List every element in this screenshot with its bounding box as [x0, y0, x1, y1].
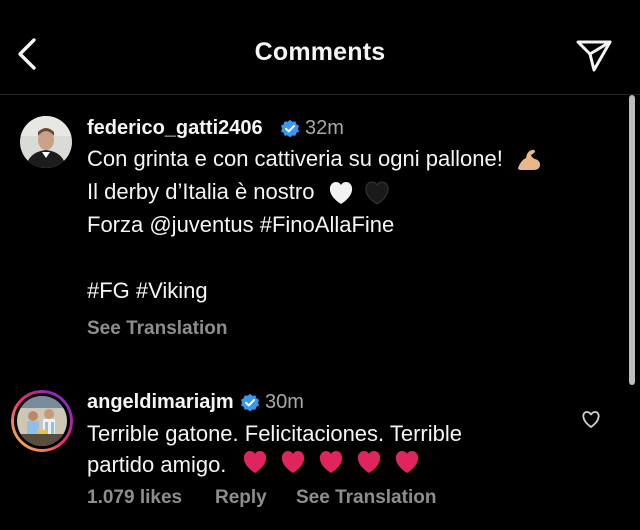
caption-line-2: Il derby d’Italia è nostro	[87, 179, 391, 206]
comment-time: 30m	[265, 391, 304, 413]
caption-time: 32m	[305, 117, 344, 139]
reply-button[interactable]: Reply	[215, 487, 267, 509]
comment-username[interactable]: angeldimariajm	[87, 391, 234, 414]
red-heart-icon	[319, 451, 342, 473]
avatar-story-ring[interactable]	[11, 390, 73, 452]
caption-line-3: Forza @juventus #FinoAllaFine	[87, 212, 395, 237]
red-heart-icon	[243, 451, 266, 473]
caption-username[interactable]: federico_gatti2406	[87, 117, 263, 140]
see-translation-link[interactable]: See Translation	[296, 487, 436, 509]
avatar[interactable]	[20, 116, 72, 168]
red-heart-icon	[395, 451, 419, 473]
red-hearts	[233, 451, 422, 477]
avatar-photo	[20, 116, 72, 168]
header-divider	[0, 94, 640, 95]
caption-line-1: Con grinta e con cattiveria su ogni pall…	[87, 146, 543, 174]
header: Comments	[0, 0, 640, 95]
scrollbar[interactable]	[629, 95, 635, 385]
caption-line-1-text: Con grinta e con cattiveria su ogni pall…	[87, 146, 503, 171]
see-translation-link[interactable]: See Translation	[87, 318, 227, 340]
verified-badge-icon	[241, 393, 259, 412]
like-heart-icon[interactable]	[580, 408, 602, 430]
caption-line-2-text: Il derby d’Italia è nostro	[87, 179, 315, 204]
red-heart-icon	[281, 451, 304, 473]
red-heart-icon	[357, 451, 381, 473]
flexed-biceps-icon	[517, 149, 540, 171]
comment-line-2-text: partido amigo.	[87, 452, 227, 477]
caption-line-4: #FG #Viking	[87, 278, 208, 303]
page-title: Comments	[254, 38, 386, 66]
send-icon[interactable]	[574, 34, 614, 74]
comment-line-2: partido amigo.	[87, 449, 421, 478]
white-heart-icon	[329, 182, 352, 205]
likes-count[interactable]: 1.079 likes	[87, 487, 182, 509]
comment-line-1: Terrible gatone. Felicitaciones. Terribl…	[87, 421, 462, 446]
black-heart-icon	[365, 181, 389, 205]
verified-badge-icon	[281, 119, 299, 138]
